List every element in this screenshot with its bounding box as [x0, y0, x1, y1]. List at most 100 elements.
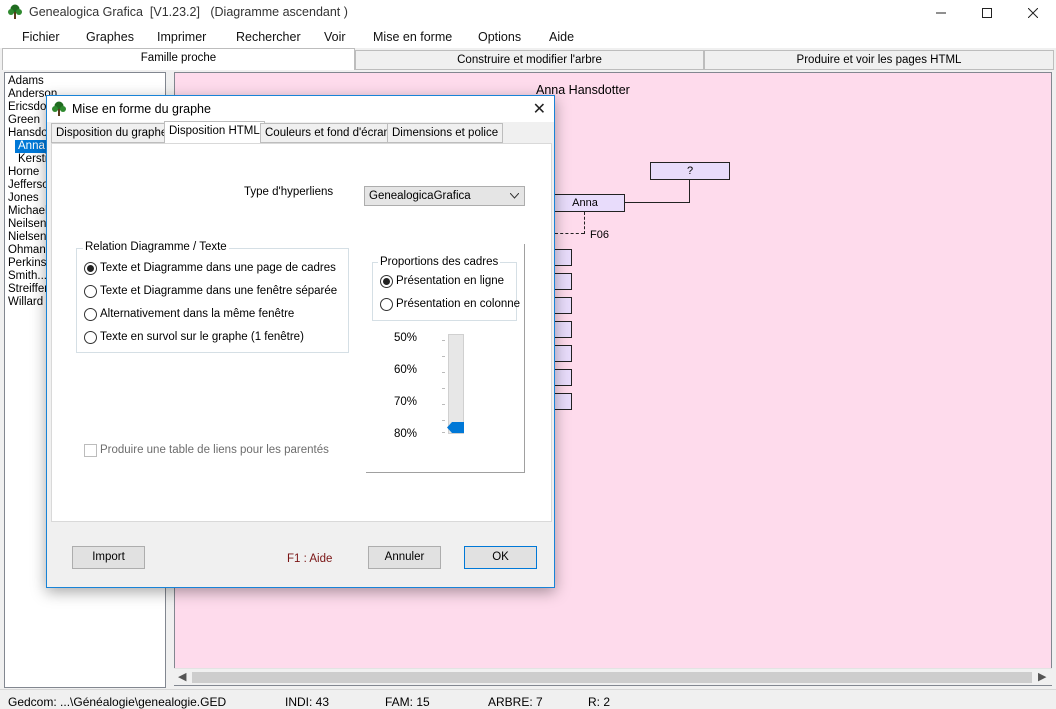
- tab-construire-arbre[interactable]: Construire et modifier l'arbre: [355, 50, 704, 70]
- radio-presentation-ligne-label[interactable]: Présentation en ligne: [396, 275, 504, 287]
- list-item[interactable]: Michael: [8, 205, 48, 218]
- radio-fenetre-separee[interactable]: [84, 285, 97, 298]
- scale-label-50: 50%: [394, 332, 418, 344]
- hyperlink-select-value: GenealogicaGrafica: [369, 190, 471, 202]
- tab-disposition-html[interactable]: Disposition HTML: [164, 121, 265, 144]
- radio-meme-fenetre-label[interactable]: Alternativement dans la même fenêtre: [100, 308, 294, 320]
- father-box[interactable]: ?: [650, 162, 730, 180]
- tab-disposition-graphe[interactable]: Disposition du graphe: [51, 123, 173, 143]
- connector-line: [689, 180, 690, 202]
- scroll-thumb[interactable]: [192, 672, 1032, 683]
- slider-tick: [442, 432, 445, 433]
- tab-famille-proche[interactable]: Famille proche: [2, 48, 355, 70]
- family-link: [555, 233, 584, 234]
- hyperlink-select[interactable]: GenealogicaGrafica: [364, 186, 525, 206]
- scroll-left-icon[interactable]: ◀: [178, 670, 186, 683]
- scale-label-80: 80%: [394, 428, 418, 440]
- scale-label-70: 70%: [394, 396, 418, 408]
- list-item[interactable]: Ohman: [8, 244, 46, 257]
- minimize-icon: [936, 12, 946, 14]
- status-gedcom: Gedcom: ...\Généalogie\genealogie.GED: [8, 695, 227, 709]
- radio-fenetre-separee-label[interactable]: Texte et Diagramme dans une fenêtre sépa…: [100, 285, 337, 297]
- person-box[interactable]: Anna: [545, 194, 625, 212]
- list-item[interactable]: Green: [8, 114, 40, 127]
- family-link: [584, 212, 585, 234]
- menu-imprimer[interactable]: Imprimer: [157, 30, 206, 44]
- close-icon: [1028, 8, 1038, 18]
- cancel-button[interactable]: Annuler: [368, 546, 441, 569]
- tab-pages-html[interactable]: Produire et voir les pages HTML: [704, 50, 1054, 70]
- app-window: Genealogica Grafica [V1.23.2] (Diagramme…: [0, 0, 1056, 709]
- status-fam: FAM: 15: [385, 695, 430, 709]
- slider-tick: [442, 340, 445, 341]
- radio-survol-label[interactable]: Texte en survol sur le graphe (1 fenêtre…: [100, 331, 304, 343]
- status-bar: Gedcom: ...\Généalogie\genealogie.GED IN…: [0, 689, 1056, 709]
- list-item[interactable]: Neilsen: [8, 218, 46, 231]
- menu-fichier[interactable]: Fichier: [22, 30, 60, 44]
- title-bar: Genealogica Grafica [V1.23.2] (Diagramme…: [0, 0, 1056, 26]
- scroll-right-icon[interactable]: ▶: [1038, 670, 1046, 683]
- links-table-checkbox[interactable]: [84, 444, 97, 457]
- list-item[interactable]: Ericsdot: [8, 101, 50, 114]
- slider-tick: [442, 388, 445, 389]
- format-dialog: Mise en forme du graphe ✕ Disposition du…: [46, 95, 555, 588]
- tab-couleurs[interactable]: Couleurs et fond d'écran: [260, 123, 395, 143]
- list-item[interactable]: Nielsen: [8, 231, 46, 244]
- help-hint: F1 : Aide: [287, 553, 333, 565]
- connector-line: [624, 202, 690, 203]
- list-item[interactable]: Horne: [8, 166, 39, 179]
- links-table-checkbox-label[interactable]: Produire une table de liens pour les par…: [100, 444, 329, 456]
- hyperlink-label: Type d'hyperliens: [244, 186, 334, 198]
- slider-tick: [442, 356, 445, 357]
- list-item[interactable]: Jones: [8, 192, 39, 205]
- slider-tick: [442, 404, 445, 405]
- list-item[interactable]: Jefferso: [8, 179, 49, 192]
- main-tabs: Famille proche Construire et modifier l'…: [0, 48, 1056, 70]
- tab-dimensions[interactable]: Dimensions et police: [387, 123, 504, 143]
- dialog-close-icon[interactable]: ✕: [533, 99, 546, 119]
- menu-graphes[interactable]: Graphes: [86, 30, 134, 44]
- ok-button[interactable]: OK: [464, 546, 537, 569]
- status-arbre: ARBRE: 7: [488, 695, 543, 709]
- dialog-title: Mise en forme du graphe: [72, 102, 211, 116]
- list-item-selected[interactable]: Anna: [15, 140, 49, 153]
- menu-bar: Fichier Graphes Imprimer Rechercher Voir…: [0, 26, 1056, 48]
- list-item[interactable]: Smith...: [8, 270, 47, 283]
- radio-presentation-ligne[interactable]: [380, 275, 393, 288]
- radio-cadres-label[interactable]: Texte et Diagramme dans une page de cadr…: [100, 262, 336, 274]
- list-item[interactable]: Adams: [8, 75, 44, 88]
- radio-meme-fenetre[interactable]: [84, 308, 97, 321]
- tree-icon: [8, 4, 22, 19]
- family-code: F06: [590, 229, 609, 241]
- menu-options[interactable]: Options: [478, 30, 521, 44]
- close-window-button[interactable]: [1010, 0, 1056, 26]
- list-item[interactable]: Perkins: [8, 257, 46, 270]
- proportion-slider[interactable]: [448, 334, 464, 434]
- radio-survol[interactable]: [84, 331, 97, 344]
- menu-voir[interactable]: Voir: [324, 30, 346, 44]
- slider-tick: [442, 420, 445, 421]
- maximize-button[interactable]: [964, 0, 1010, 26]
- slider-thumb[interactable]: [447, 422, 464, 433]
- relation-group-title: Relation Diagramme / Texte: [83, 241, 229, 253]
- radio-cadres[interactable]: [84, 262, 97, 275]
- list-item[interactable]: Streiffer: [8, 283, 48, 296]
- list-item[interactable]: Willard: [8, 296, 43, 309]
- status-r: R: 2: [588, 695, 611, 709]
- import-button[interactable]: Import: [72, 546, 145, 569]
- horizontal-scrollbar[interactable]: ◀ ▶: [174, 668, 1052, 685]
- menu-mise-en-forme[interactable]: Mise en forme: [373, 30, 452, 44]
- proportions-groupbox: [372, 262, 517, 321]
- radio-presentation-colonne[interactable]: [380, 298, 393, 311]
- menu-rechercher[interactable]: Rechercher: [236, 30, 301, 44]
- radio-presentation-colonne-label[interactable]: Présentation en colonne: [396, 298, 520, 310]
- chevron-down-icon: [510, 193, 519, 199]
- minimize-button[interactable]: [918, 0, 964, 26]
- proportions-group-title: Proportions des cadres: [378, 256, 501, 268]
- dialog-tab-page: Type d'hyperliens GenealogicaGrafica Rel…: [51, 143, 552, 522]
- tree-icon: [52, 101, 66, 116]
- list-item[interactable]: Hansdo: [8, 127, 48, 140]
- window-title: Genealogica Grafica [V1.23.2] (Diagramme…: [29, 5, 348, 19]
- menu-aide[interactable]: Aide: [549, 30, 574, 44]
- scale-label-60: 60%: [394, 364, 418, 376]
